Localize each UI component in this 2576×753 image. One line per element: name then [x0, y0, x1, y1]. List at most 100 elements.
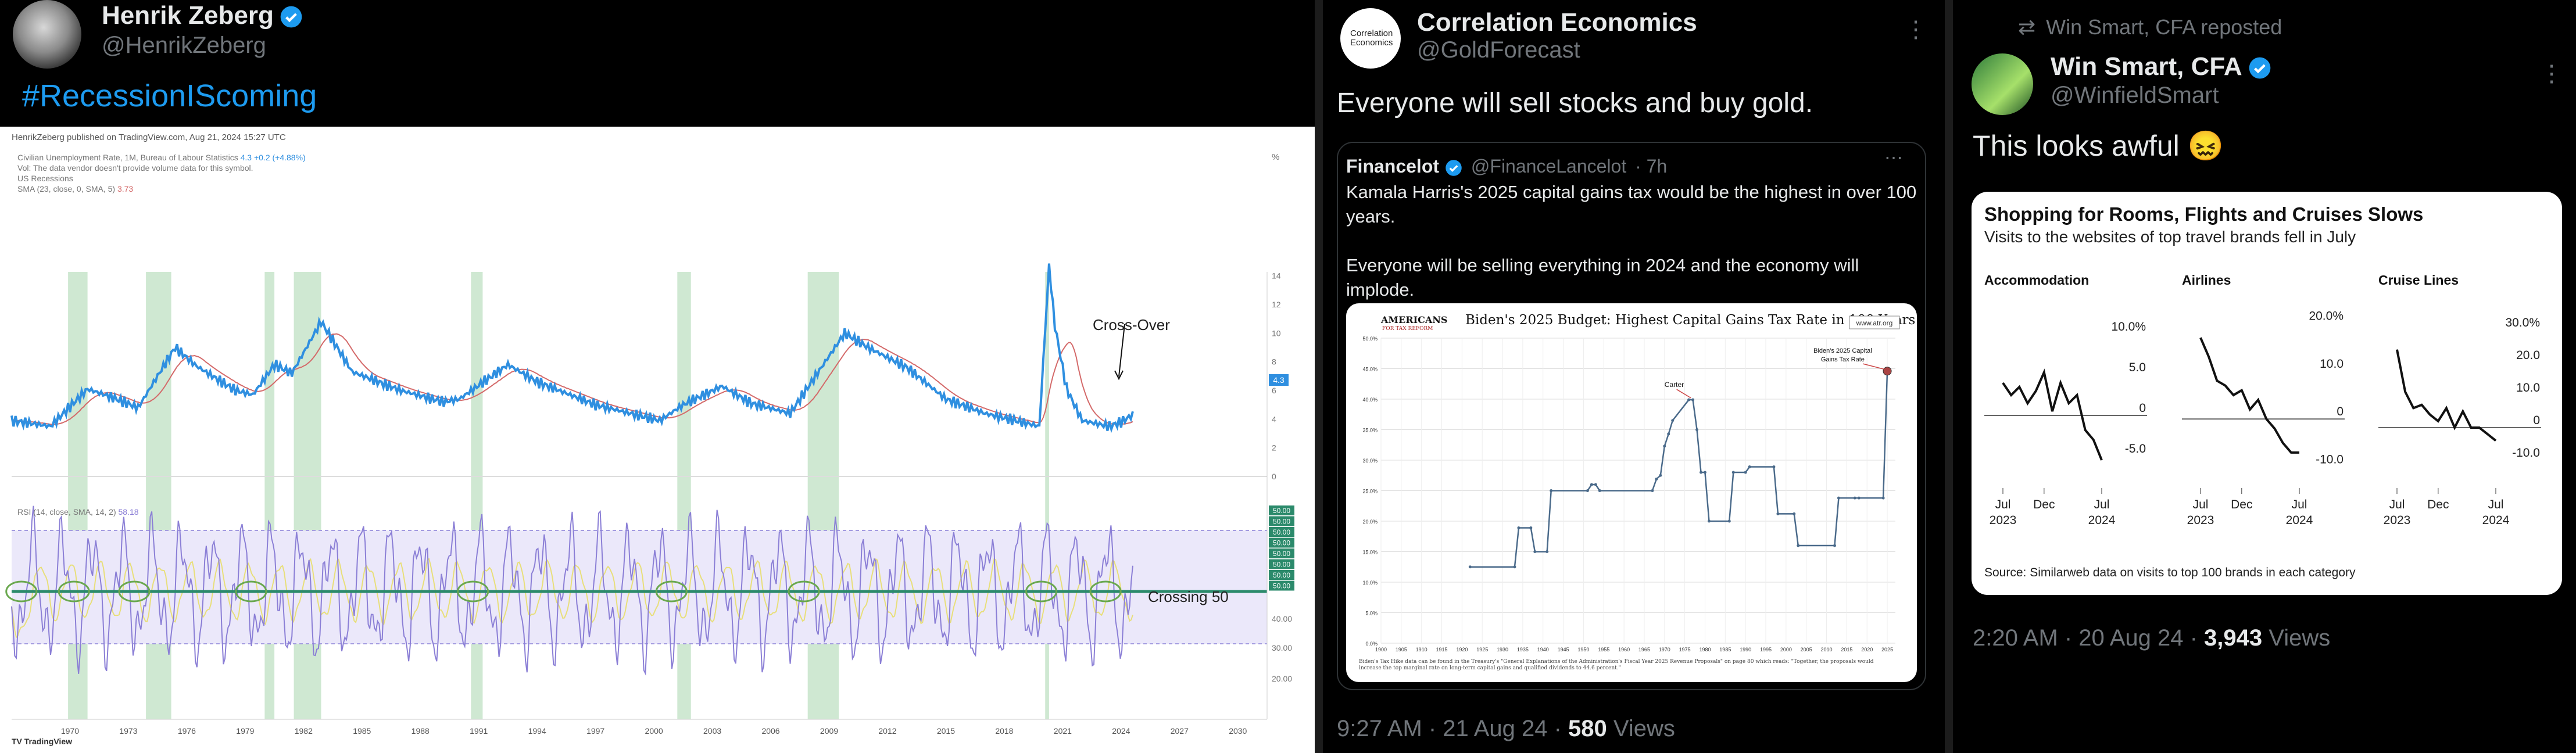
avatar[interactable]: Correlation Economics — [1340, 8, 1401, 69]
verified-badge-icon — [2249, 58, 2270, 79]
x-tick-label: Jul — [2488, 498, 2504, 511]
tweet-timestamp[interactable]: 2:20 AM · 20 Aug 24 · — [1973, 625, 2198, 651]
quote-time: · 7h — [1635, 156, 1668, 177]
y-tick-label: 2 — [1272, 443, 1276, 453]
author-name[interactable]: Henrik Zeberg — [102, 1, 303, 30]
y-tick-label: 30.0% — [1362, 458, 1378, 464]
author-name[interactable]: Win Smart, CFA — [2051, 52, 2271, 81]
data-point — [1517, 526, 1520, 530]
y-tick-label: 5.0% — [1365, 611, 1378, 616]
tweet-text: Everyone will sell stocks and buy gold. — [1337, 88, 1813, 119]
x-tick-label: 1905 — [1396, 647, 1407, 652]
x-tick-label: 2030 — [1229, 726, 1247, 736]
x-tick-label: 1925 — [1476, 647, 1488, 652]
author-name[interactable]: Correlation Economics — [1417, 8, 1697, 37]
rsi-tick-label: 30.00 — [1272, 643, 1292, 652]
tweet-panel-henrik: Henrik Zeberg @HenrikZeberg #RecessionIS… — [0, 0, 1315, 753]
annotation-cross-over: Cross-Over — [1093, 316, 1170, 334]
y-tick-label: 0.0% — [1365, 641, 1378, 647]
data-point — [1687, 398, 1691, 401]
x-tick-label: 1979 — [236, 726, 254, 736]
emoji-persevering-face: 😖 — [2187, 130, 2224, 162]
y-tick-label: 14 — [1272, 271, 1281, 281]
tradingview-chart-image[interactable]: HenrikZeberg published on TradingView.co… — [0, 127, 1315, 753]
x-tick-label: 2027 — [1171, 726, 1189, 736]
price-label-text: 4.3 — [1273, 375, 1285, 385]
avatar[interactable] — [13, 0, 81, 69]
tweet-timestamp[interactable]: 9:27 AM · 21 Aug 24 · — [1337, 716, 1562, 741]
x-tick-label: Jul — [1995, 498, 2011, 511]
rsi-legend: RSI (14, close, SMA, 14, 2) 58.18 — [17, 507, 139, 517]
author-handle[interactable]: @WinfieldSmart — [2051, 83, 2219, 109]
repost-indicator: ⇄ Win Smart, CFA reposted — [2018, 15, 2282, 39]
tweet-meta: 2:20 AM · 20 Aug 24 · 3,943 Views — [1973, 625, 2330, 651]
view-count: 3,943 — [2204, 625, 2263, 651]
quote-tweet[interactable]: Financelot @FinanceLancelot · 7h ⋯ Kamal… — [1337, 142, 1926, 690]
x-tick-label: 1945 — [1558, 647, 1569, 652]
annotation-biden: Gains Tax Rate — [1821, 356, 1865, 363]
y-tick-label: 0 — [2533, 414, 2540, 427]
data-point — [1793, 512, 1796, 515]
x-tick-label: 1980 — [1699, 647, 1711, 652]
y-tick-label: 35.0% — [1362, 428, 1378, 433]
rsi-tick-label: 40.00 — [1272, 614, 1292, 623]
tweet-panel-winsmart: ⇄ Win Smart, CFA reposted Win Smart, CFA … — [1953, 0, 2576, 753]
x-tick-label: Jul — [2193, 498, 2209, 511]
travel-line — [2199, 337, 2299, 454]
y-tick-label: 0 — [2139, 401, 2146, 415]
x-tick-label: 1970 — [1659, 647, 1670, 652]
x-tick-label: 2005 — [1801, 647, 1812, 652]
data-point — [1700, 471, 1703, 474]
y-tick-label: 15.0% — [1362, 550, 1378, 555]
x-tick-label: 1920 — [1456, 647, 1468, 652]
y-tick-label: 10 — [1272, 328, 1281, 338]
data-point — [1748, 465, 1751, 469]
biden-rate-point — [1883, 367, 1892, 376]
author-handle[interactable]: @GoldForecast — [1417, 37, 1580, 63]
data-point — [1797, 544, 1800, 547]
y-tick-label: 6 — [1272, 386, 1276, 395]
verified-badge-icon — [1446, 159, 1462, 176]
author-name-text[interactable]: Henrik Zeberg — [102, 1, 274, 30]
data-point — [1533, 550, 1537, 553]
y-tick-label: 20.0% — [1362, 519, 1378, 525]
data-point — [1594, 483, 1597, 486]
y-tick-label: -10.0 — [2316, 453, 2344, 467]
x-tick-label: Dec — [2427, 498, 2449, 511]
card-source: Source: Similarweb data on visits to top… — [1984, 566, 2356, 579]
hashtag-link[interactable]: #RecessionIScoming — [22, 78, 317, 114]
data-point — [1857, 496, 1861, 500]
x-tick-label: 2020 — [1861, 647, 1873, 652]
views-label: Views — [2269, 625, 2331, 651]
x-tick-label: 1976 — [178, 726, 196, 736]
x-tick-label: Jul — [2094, 498, 2110, 511]
x-tick-label: 1985 — [353, 726, 371, 736]
more-options-icon[interactable]: ⋮ — [2540, 60, 2563, 87]
y-tick-label: 20.0% — [2309, 309, 2344, 322]
author-handle[interactable]: @HenrikZeberg — [102, 33, 266, 59]
quote-author-handle[interactable]: @FinanceLancelot — [1471, 156, 1626, 177]
rsi-top-label-text: 50.00 — [1273, 561, 1290, 569]
x-tick-label: 2024 — [1112, 726, 1130, 736]
recession-band — [146, 272, 171, 719]
recession-band — [294, 272, 321, 719]
capital-gains-chart-image[interactable]: AMERICANS FOR TAX REFORM Biden's 2025 Bu… — [1346, 303, 1917, 682]
avatar[interactable] — [1972, 53, 2033, 115]
tweet-text: This looks awful 😖 — [1973, 130, 2224, 162]
x-tick-label: 2024 — [2482, 514, 2510, 527]
quote-author-name[interactable]: Financelot @FinanceLancelot · 7h — [1346, 156, 1667, 177]
x-tick-label: Jul — [2292, 498, 2307, 511]
travel-chart-image[interactable]: Shopping for Rooms, Flights and Cruises … — [1972, 192, 2562, 595]
x-tick-label: 1930 — [1497, 647, 1508, 652]
unemployment-line — [10, 263, 1134, 433]
more-options-icon[interactable]: ⋮ — [1904, 16, 1927, 43]
quote-more-icon[interactable]: ⋯ — [1884, 146, 1903, 168]
tweet-meta: 9:27 AM · 21 Aug 24 · 580 Views — [1337, 716, 1675, 742]
chart-footnote: Biden's Tax Hike data can be found in th… — [1359, 659, 1874, 671]
x-tick-label: 1973 — [119, 726, 137, 736]
travel-line — [2396, 349, 2497, 442]
data-point — [1853, 496, 1856, 500]
x-tick-label: 2023 — [2187, 514, 2214, 527]
x-tick-label: 2000 — [645, 726, 663, 736]
x-tick-label: 1950 — [1577, 647, 1589, 652]
